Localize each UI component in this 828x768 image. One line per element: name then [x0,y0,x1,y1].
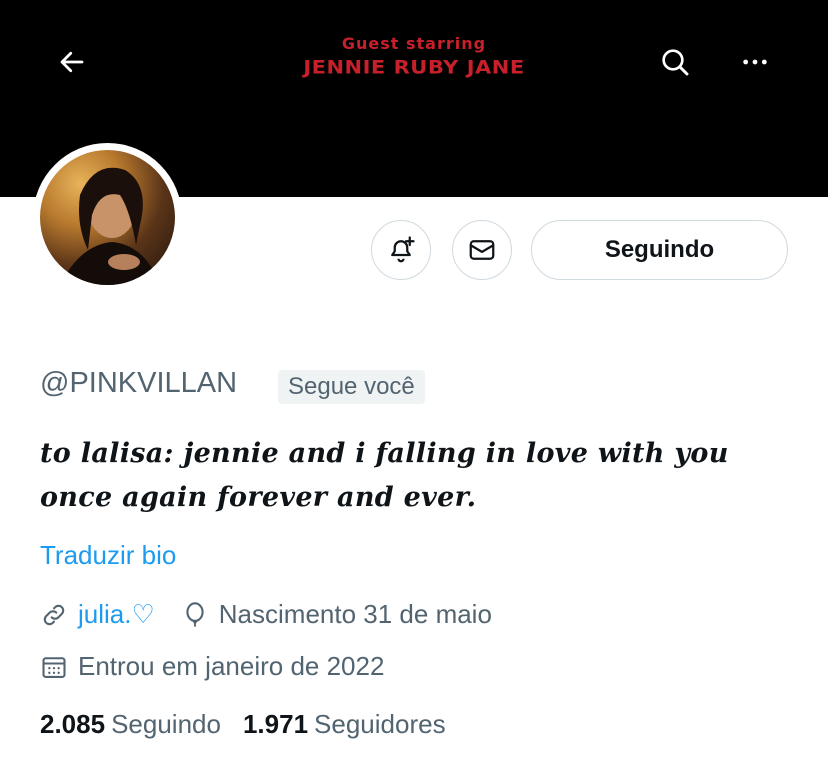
link-icon [43,604,65,625]
profile-meta-row: Entrou em janeiro de 2022 [40,651,384,682]
avatar[interactable] [33,143,182,292]
translate-bio-link[interactable]: Traduzir bio [40,540,176,571]
calendar-icon [42,656,66,678]
banner-title: Guest starring JENNIE RUBY JANE [0,34,828,80]
back-button[interactable] [50,40,94,84]
profile-bio: to lalisa: jennie and i falling in love … [40,438,729,513]
bell-plus-icon [391,236,415,263]
more-button[interactable] [732,39,778,85]
envelope-icon [469,240,495,260]
search-icon [662,49,689,76]
followers-label: Seguidores [314,709,446,739]
followers-count-link[interactable]: 1.971 Seguidores [243,709,446,740]
banner-line-2: JENNIE RUBY JANE [303,56,525,78]
search-button[interactable] [652,39,698,85]
profile-website-link[interactable]: julia.♡ [78,599,155,630]
balloon-icon [186,601,204,627]
joined-date-text: Entrou em janeiro de 2022 [78,651,385,681]
following-label: Seguindo [111,709,221,739]
birthday-text: Nascimento 31 de maio [218,599,492,629]
more-horizontal-icon [743,59,767,65]
profile-meta-row: julia.♡ Nascimento 31 de maio [40,599,492,630]
following-button[interactable]: Seguindo [531,220,788,280]
follow-stats: 2.085 Seguindo 1.971 Seguidores [40,709,446,740]
following-count-link[interactable]: 2.085 Seguindo [40,709,221,740]
notify-button[interactable] [371,220,431,280]
followers-count: 1.971 [242,709,309,739]
following-count: 2.085 [40,709,106,739]
message-button[interactable] [452,220,512,280]
avatar-image [40,150,175,285]
profile-handle: @PINKVILLAN [40,367,238,399]
banner-line-1: Guest starring [341,34,487,53]
follows-you-badge: Segue você [278,370,425,404]
arrow-left-icon [60,51,84,73]
